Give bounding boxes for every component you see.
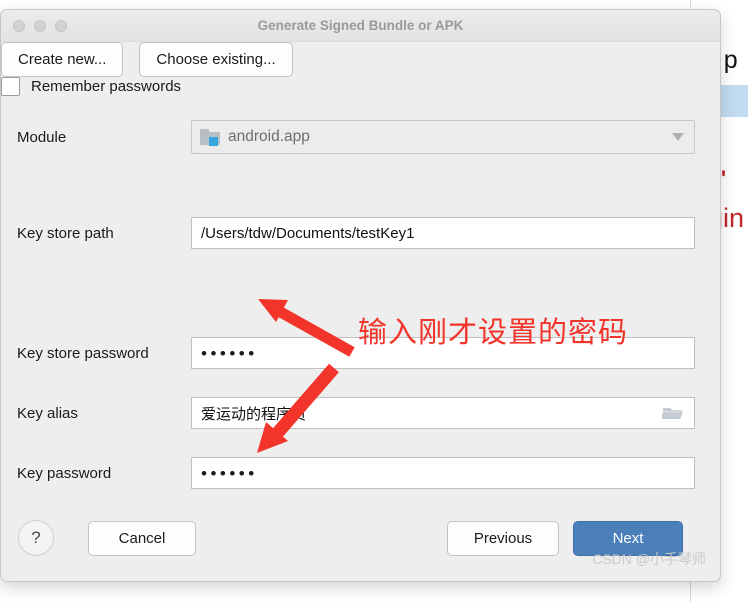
key-store-password-label: Key store password — [17, 344, 149, 362]
module-value: android.app — [228, 128, 310, 145]
module-folder-icon — [200, 128, 220, 146]
remember-passwords-checkbox[interactable] — [1, 77, 20, 96]
chevron-down-icon[interactable] — [672, 133, 684, 141]
previous-button[interactable]: Previous — [447, 521, 559, 556]
key-store-path-row: Key store path /Users/tdw/Documents/test… — [17, 217, 695, 249]
module-row: Module android.app — [17, 120, 695, 154]
folder-open-icon[interactable] — [662, 405, 684, 421]
dialog-titlebar: Generate Signed Bundle or APK — [1, 10, 720, 42]
choose-existing-button[interactable]: Choose existing... — [139, 42, 293, 77]
key-store-password-value: •••••• — [201, 343, 258, 363]
key-password-label: Key password — [17, 464, 112, 482]
cancel-button[interactable]: Cancel — [88, 521, 196, 556]
remember-passwords-row[interactable]: Remember passwords — [1, 77, 720, 96]
key-store-path-input[interactable]: /Users/tdw/Documents/testKey1 — [191, 217, 695, 249]
key-password-value: •••••• — [201, 463, 258, 483]
module-label: Module — [17, 128, 67, 146]
key-password-row: Key password •••••• — [17, 457, 695, 489]
watermark: CSDN @小手琴师 — [592, 551, 706, 567]
remember-passwords-label: Remember passwords — [31, 78, 182, 95]
key-alias-value: 爱运动的程序员 — [201, 405, 307, 423]
key-store-password-row: Key store password •••••• — [17, 337, 695, 369]
dialog-title: Generate Signed Bundle or APK — [257, 18, 464, 33]
key-store-password-input[interactable]: •••••• — [191, 337, 695, 369]
key-store-actions: Create new... Choose existing... — [1, 42, 720, 77]
generate-signed-bundle-dialog: Generate Signed Bundle or APK Module and… — [0, 9, 721, 582]
create-new-button[interactable]: Create new... — [1, 42, 124, 77]
module-dropdown[interactable]: android.app — [191, 120, 695, 154]
key-alias-input[interactable]: 爱运动的程序员 — [191, 397, 695, 429]
key-store-path-value: /Users/tdw/Documents/testKey1 — [201, 224, 415, 242]
key-alias-row: Key alias 爱运动的程序员 — [17, 397, 695, 429]
key-password-input[interactable]: •••••• — [191, 457, 695, 489]
key-alias-label: Key alias — [17, 404, 78, 422]
key-store-path-label: Key store path — [17, 224, 114, 242]
help-button[interactable]: ? — [18, 520, 54, 556]
dialog-body: Module android.app Key store path /Users… — [1, 42, 720, 581]
